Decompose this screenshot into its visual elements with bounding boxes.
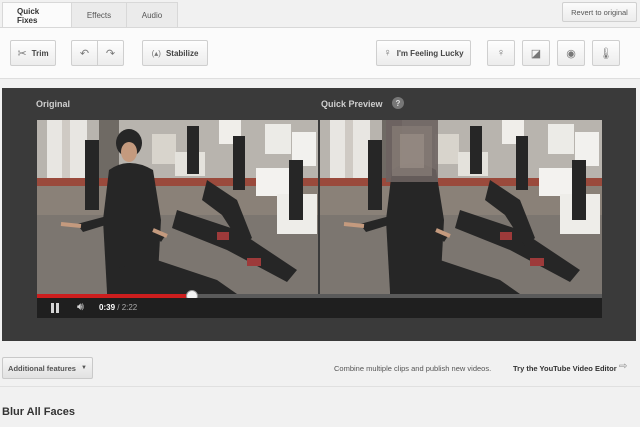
volume-icon[interactable]: 🔊︎ [77,301,84,314]
original-video[interactable] [37,120,318,294]
try-video-editor-link[interactable]: Try the YouTube Video Editor [513,364,617,373]
quick-preview-video[interactable] [320,120,602,294]
original-label: Original [36,99,71,109]
original-video-frame [37,120,318,294]
quick-preview-label: Quick Preview [321,99,383,109]
pause-icon [56,303,59,313]
contrast-icon: ◪ [530,47,542,60]
time-separator: / [115,303,122,312]
temperature-button[interactable]: 🌡︎ [592,40,620,66]
brightness-button[interactable]: ♀ [487,40,515,66]
tab-audio[interactable]: Audio [126,2,178,28]
player-controls: 🔊︎ 0:39 / 2:22 [37,298,602,318]
section-title: Blur All Faces [2,406,75,418]
rotate-left-button[interactable]: ↶ [71,40,98,66]
time-display: 0:39 / 2:22 [99,303,137,312]
rotate-left-icon: ↶ [79,47,90,60]
lightbulb-icon: ♀ [496,47,506,59]
youtube-editor: Quick Fixes Effects Audio Revert to orig… [0,0,640,427]
trim-label: Trim [31,48,49,58]
stabilize-label: Stabilize [165,48,199,58]
revert-to-original-button[interactable]: Revert to original [562,2,637,22]
additional-features-button[interactable]: Additional features ▼ [2,357,93,379]
feeling-lucky-button[interactable]: ♀ I'm Feeling Lucky [376,40,471,66]
quick-fixes-toolbar: ✂ Trim ↶ ↷ (▴) Stabilize ♀ I'm Feeling L… [0,27,640,79]
color-icon: ◉ [566,47,576,60]
feeling-lucky-label: I'm Feeling Lucky [396,48,464,58]
additional-features-label: Additional features [8,363,76,373]
stabilize-icon: (▴) [151,48,161,58]
trim-button[interactable]: ✂ Trim [10,40,56,66]
scissors-icon: ✂ [17,47,27,60]
contrast-button[interactable]: ◪ [522,40,550,66]
pause-button[interactable] [50,303,60,313]
rotate-right-button[interactable]: ↷ [97,40,124,66]
current-time: 0:39 [99,303,116,312]
tab-quick-fixes[interactable]: Quick Fixes [2,2,72,28]
color-button[interactable]: ◉ [557,40,585,66]
help-icon[interactable]: ? [392,97,404,109]
duration: 2:22 [121,303,138,312]
tab-effects[interactable]: Effects [71,2,127,28]
combine-clips-text: Combine multiple clips and publish new v… [334,364,492,373]
pause-icon [51,303,54,313]
arrow-right-icon[interactable]: ⇨ [619,361,627,372]
stabilize-button[interactable]: (▴) Stabilize [142,40,208,66]
lightbulb-icon: ♀ [383,47,392,59]
preview-panel: Original Quick Preview ? 🔊︎ 0:39 / 2:22 [2,88,636,341]
divider [0,386,640,387]
chevron-down-icon: ▼ [80,365,87,371]
quick-preview-video-frame [320,120,602,294]
rotate-right-icon: ↷ [105,47,116,60]
tab-bar: Quick Fixes Effects Audio [2,2,178,28]
thermometer-icon: 🌡︎ [599,47,613,60]
